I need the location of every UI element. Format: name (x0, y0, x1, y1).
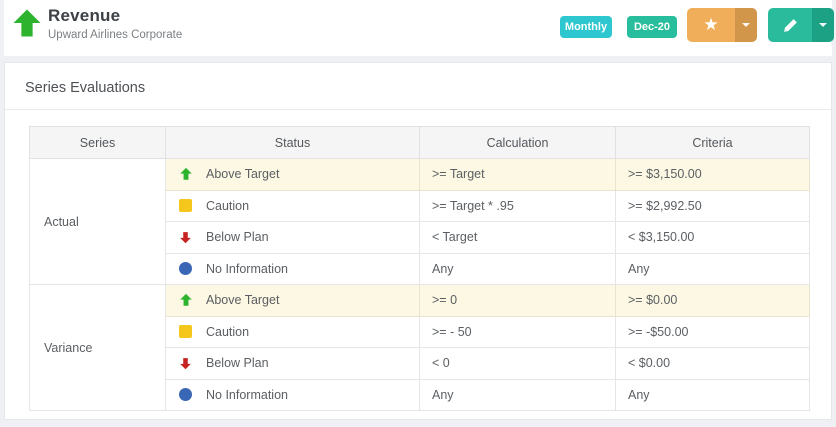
table-header-row: Series Status Calculation Criteria (29, 126, 810, 159)
page-header: Revenue Upward Airlines Corporate Monthl… (4, 0, 834, 56)
criteria-cell: Any (615, 378, 810, 411)
page-subtitle: Upward Airlines Corporate (48, 29, 183, 41)
status-cell: No Information (165, 378, 420, 411)
title-block: Revenue Upward Airlines Corporate (48, 6, 182, 41)
criteria-cell: >= -$50.00 (615, 315, 810, 348)
square-icon (178, 325, 193, 339)
status-cell: Above Target (165, 158, 420, 191)
status-label: Caution (206, 324, 250, 339)
criteria-cell: Any (615, 252, 810, 285)
status-cell: Caution (165, 315, 420, 348)
favorite-dropdown-button[interactable] (735, 8, 757, 42)
edit-button[interactable] (768, 8, 812, 42)
criteria-cell: >= $0.00 (615, 284, 810, 317)
calculation-cell: >= Target * .95 (419, 189, 616, 222)
series-evaluations-panel: Series Evaluations Series Status Calcula… (4, 62, 832, 420)
page-title: Revenue (48, 6, 121, 25)
criteria-cell: >= $2,992.50 (615, 189, 810, 222)
up-arrow-icon (178, 167, 193, 181)
criteria-cell: >= $3,150.00 (615, 158, 810, 191)
circle-icon (178, 388, 193, 402)
table-wrapper: Series Status Calculation Criteria Actua… (5, 110, 831, 411)
column-header-criteria: Criteria (615, 126, 810, 159)
screen: Revenue Upward Airlines Corporate Monthl… (0, 0, 836, 427)
series-cell: Actual (29, 158, 166, 285)
criteria-cell: < $3,150.00 (615, 221, 810, 254)
frequency-button[interactable]: Monthly (560, 16, 612, 38)
down-arrow-icon (178, 357, 193, 370)
status-cell: Caution (165, 189, 420, 222)
favorite-button[interactable]: ★ (687, 8, 735, 42)
panel-title: Series Evaluations (25, 80, 146, 96)
favorite-split-button: ★ (687, 8, 757, 42)
calculation-cell: < Target (419, 221, 616, 254)
circle-icon (178, 262, 193, 276)
status-label: No Information (206, 387, 288, 402)
column-header-series: Series (29, 126, 166, 159)
column-header-calculation: Calculation (419, 126, 616, 159)
criteria-cell: < $0.00 (615, 347, 810, 380)
chevron-down-icon (819, 23, 827, 27)
calculation-cell: Any (419, 378, 616, 411)
edit-split-button (768, 8, 834, 42)
calculation-cell: Any (419, 252, 616, 285)
table-row: Variance Above Target >= 0 >= $0.00 (29, 284, 810, 411)
status-cell: Above Target (165, 284, 420, 317)
down-arrow-icon (178, 231, 193, 244)
status-label: Below Plan (206, 356, 269, 371)
status-label: No Information (206, 261, 288, 276)
period-button[interactable]: Dec-20 (627, 16, 677, 38)
calculation-cell: >= - 50 (419, 315, 616, 348)
pencil-icon (783, 18, 797, 32)
up-arrow-icon (178, 293, 193, 307)
status-label: Below Plan (206, 230, 269, 245)
status-label: Caution (206, 198, 250, 213)
calculation-cell: < 0 (419, 347, 616, 380)
series-evaluations-table: Series Status Calculation Criteria Actua… (29, 126, 810, 411)
status-cell: No Information (165, 252, 420, 285)
calculation-cell: >= Target (419, 158, 616, 191)
table-row: Actual Above Target >= Target >= $3,150.… (29, 158, 810, 285)
status-cell: Below Plan (165, 347, 420, 380)
star-icon: ★ (703, 14, 719, 34)
up-arrow-icon (13, 9, 41, 37)
column-header-status: Status (165, 126, 420, 159)
edit-dropdown-button[interactable] (812, 8, 834, 42)
status-label: Above Target (206, 293, 280, 308)
status-cell: Below Plan (165, 221, 420, 254)
chevron-down-icon (742, 23, 750, 27)
calculation-cell: >= 0 (419, 284, 616, 317)
square-icon (178, 199, 193, 213)
status-label: Above Target (206, 167, 280, 182)
series-cell: Variance (29, 284, 166, 411)
